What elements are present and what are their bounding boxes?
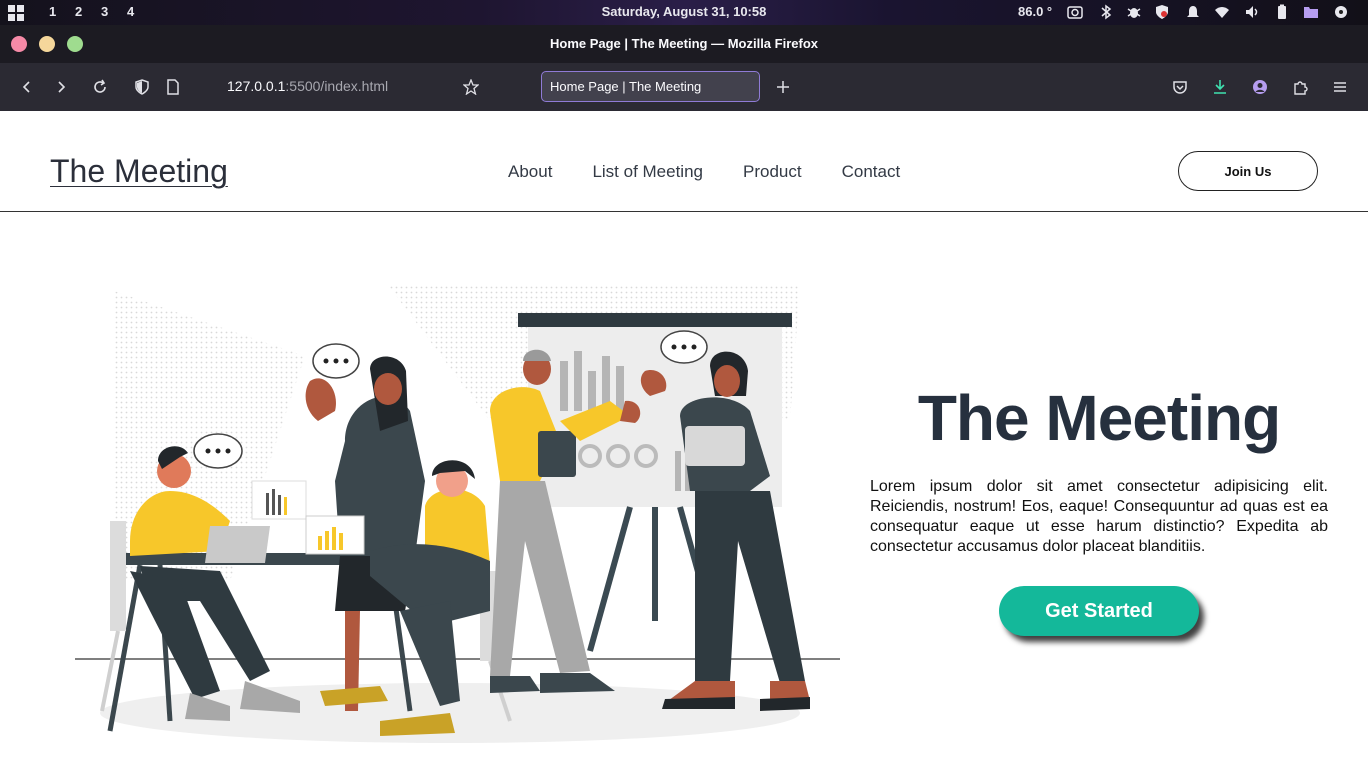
hero-description: Lorem ipsum dolor sit amet consectetur a…	[870, 478, 1328, 555]
bookmark-star-icon[interactable]	[461, 77, 481, 97]
browser-toolbar: 127.0.0.1:5500/index.html Home Page | Th…	[0, 63, 1368, 111]
battery-icon[interactable]	[1274, 4, 1290, 20]
meeting-illustration	[75, 285, 840, 743]
nav-link-contact[interactable]: Contact	[842, 162, 901, 182]
get-started-button[interactable]: Get Started	[999, 586, 1199, 636]
reload-icon[interactable]	[90, 77, 110, 97]
tracking-shield-icon[interactable]	[132, 77, 152, 97]
window-title: Home Page | The Meeting — Mozilla Firefo…	[549, 36, 818, 51]
url-host: 127.0.0.1	[227, 78, 286, 94]
web-page: The Meeting About List of Meeting Produc…	[0, 111, 1368, 768]
back-icon[interactable]	[17, 77, 37, 97]
os-top-bar: 1 2 3 4 Saturday, August 31, 10:58 86.0 …	[0, 0, 1368, 25]
window-title-bar: Home Page | The Meeting — Mozilla Firefo…	[0, 25, 1368, 63]
tab-home-page[interactable]: Home Page | The Meeting	[541, 71, 760, 102]
screenshot-icon[interactable]	[1067, 4, 1083, 20]
url-path: :5500/index.html	[285, 78, 389, 94]
nav-link-about[interactable]: About	[508, 162, 552, 182]
site-header: The Meeting About List of Meeting Produc…	[0, 111, 1368, 212]
join-us-button[interactable]: Join Us	[1178, 151, 1318, 191]
menu-icon[interactable]	[1330, 77, 1350, 97]
hero-title: The Meeting	[917, 382, 1281, 454]
url-bar[interactable]: 127.0.0.1:5500/index.html	[227, 78, 388, 94]
wifi-icon[interactable]	[1214, 4, 1230, 20]
new-tab-icon[interactable]	[773, 77, 793, 97]
account-icon[interactable]	[1250, 77, 1270, 97]
pocket-icon[interactable]	[1170, 77, 1190, 97]
bluetooth-icon[interactable]	[1098, 4, 1114, 20]
downloads-icon[interactable]	[1210, 77, 1230, 97]
extensions-icon[interactable]	[1290, 77, 1310, 97]
bug-icon[interactable]	[1126, 4, 1142, 20]
volume-icon[interactable]	[1244, 4, 1260, 20]
main-nav: About List of Meeting Product Contact	[508, 162, 940, 182]
notification-bell-icon[interactable]	[1185, 4, 1201, 20]
shield-icon[interactable]	[1154, 4, 1170, 20]
settings-icon[interactable]	[1333, 4, 1349, 20]
site-logo[interactable]: The Meeting	[50, 153, 228, 190]
forward-icon[interactable]	[51, 77, 71, 97]
folder-icon[interactable]	[1303, 4, 1319, 20]
temperature: 86.0 °	[1018, 4, 1053, 19]
nav-link-product[interactable]: Product	[743, 162, 802, 182]
page-icon[interactable]	[163, 77, 183, 97]
nav-link-list-of-meeting[interactable]: List of Meeting	[592, 162, 703, 182]
